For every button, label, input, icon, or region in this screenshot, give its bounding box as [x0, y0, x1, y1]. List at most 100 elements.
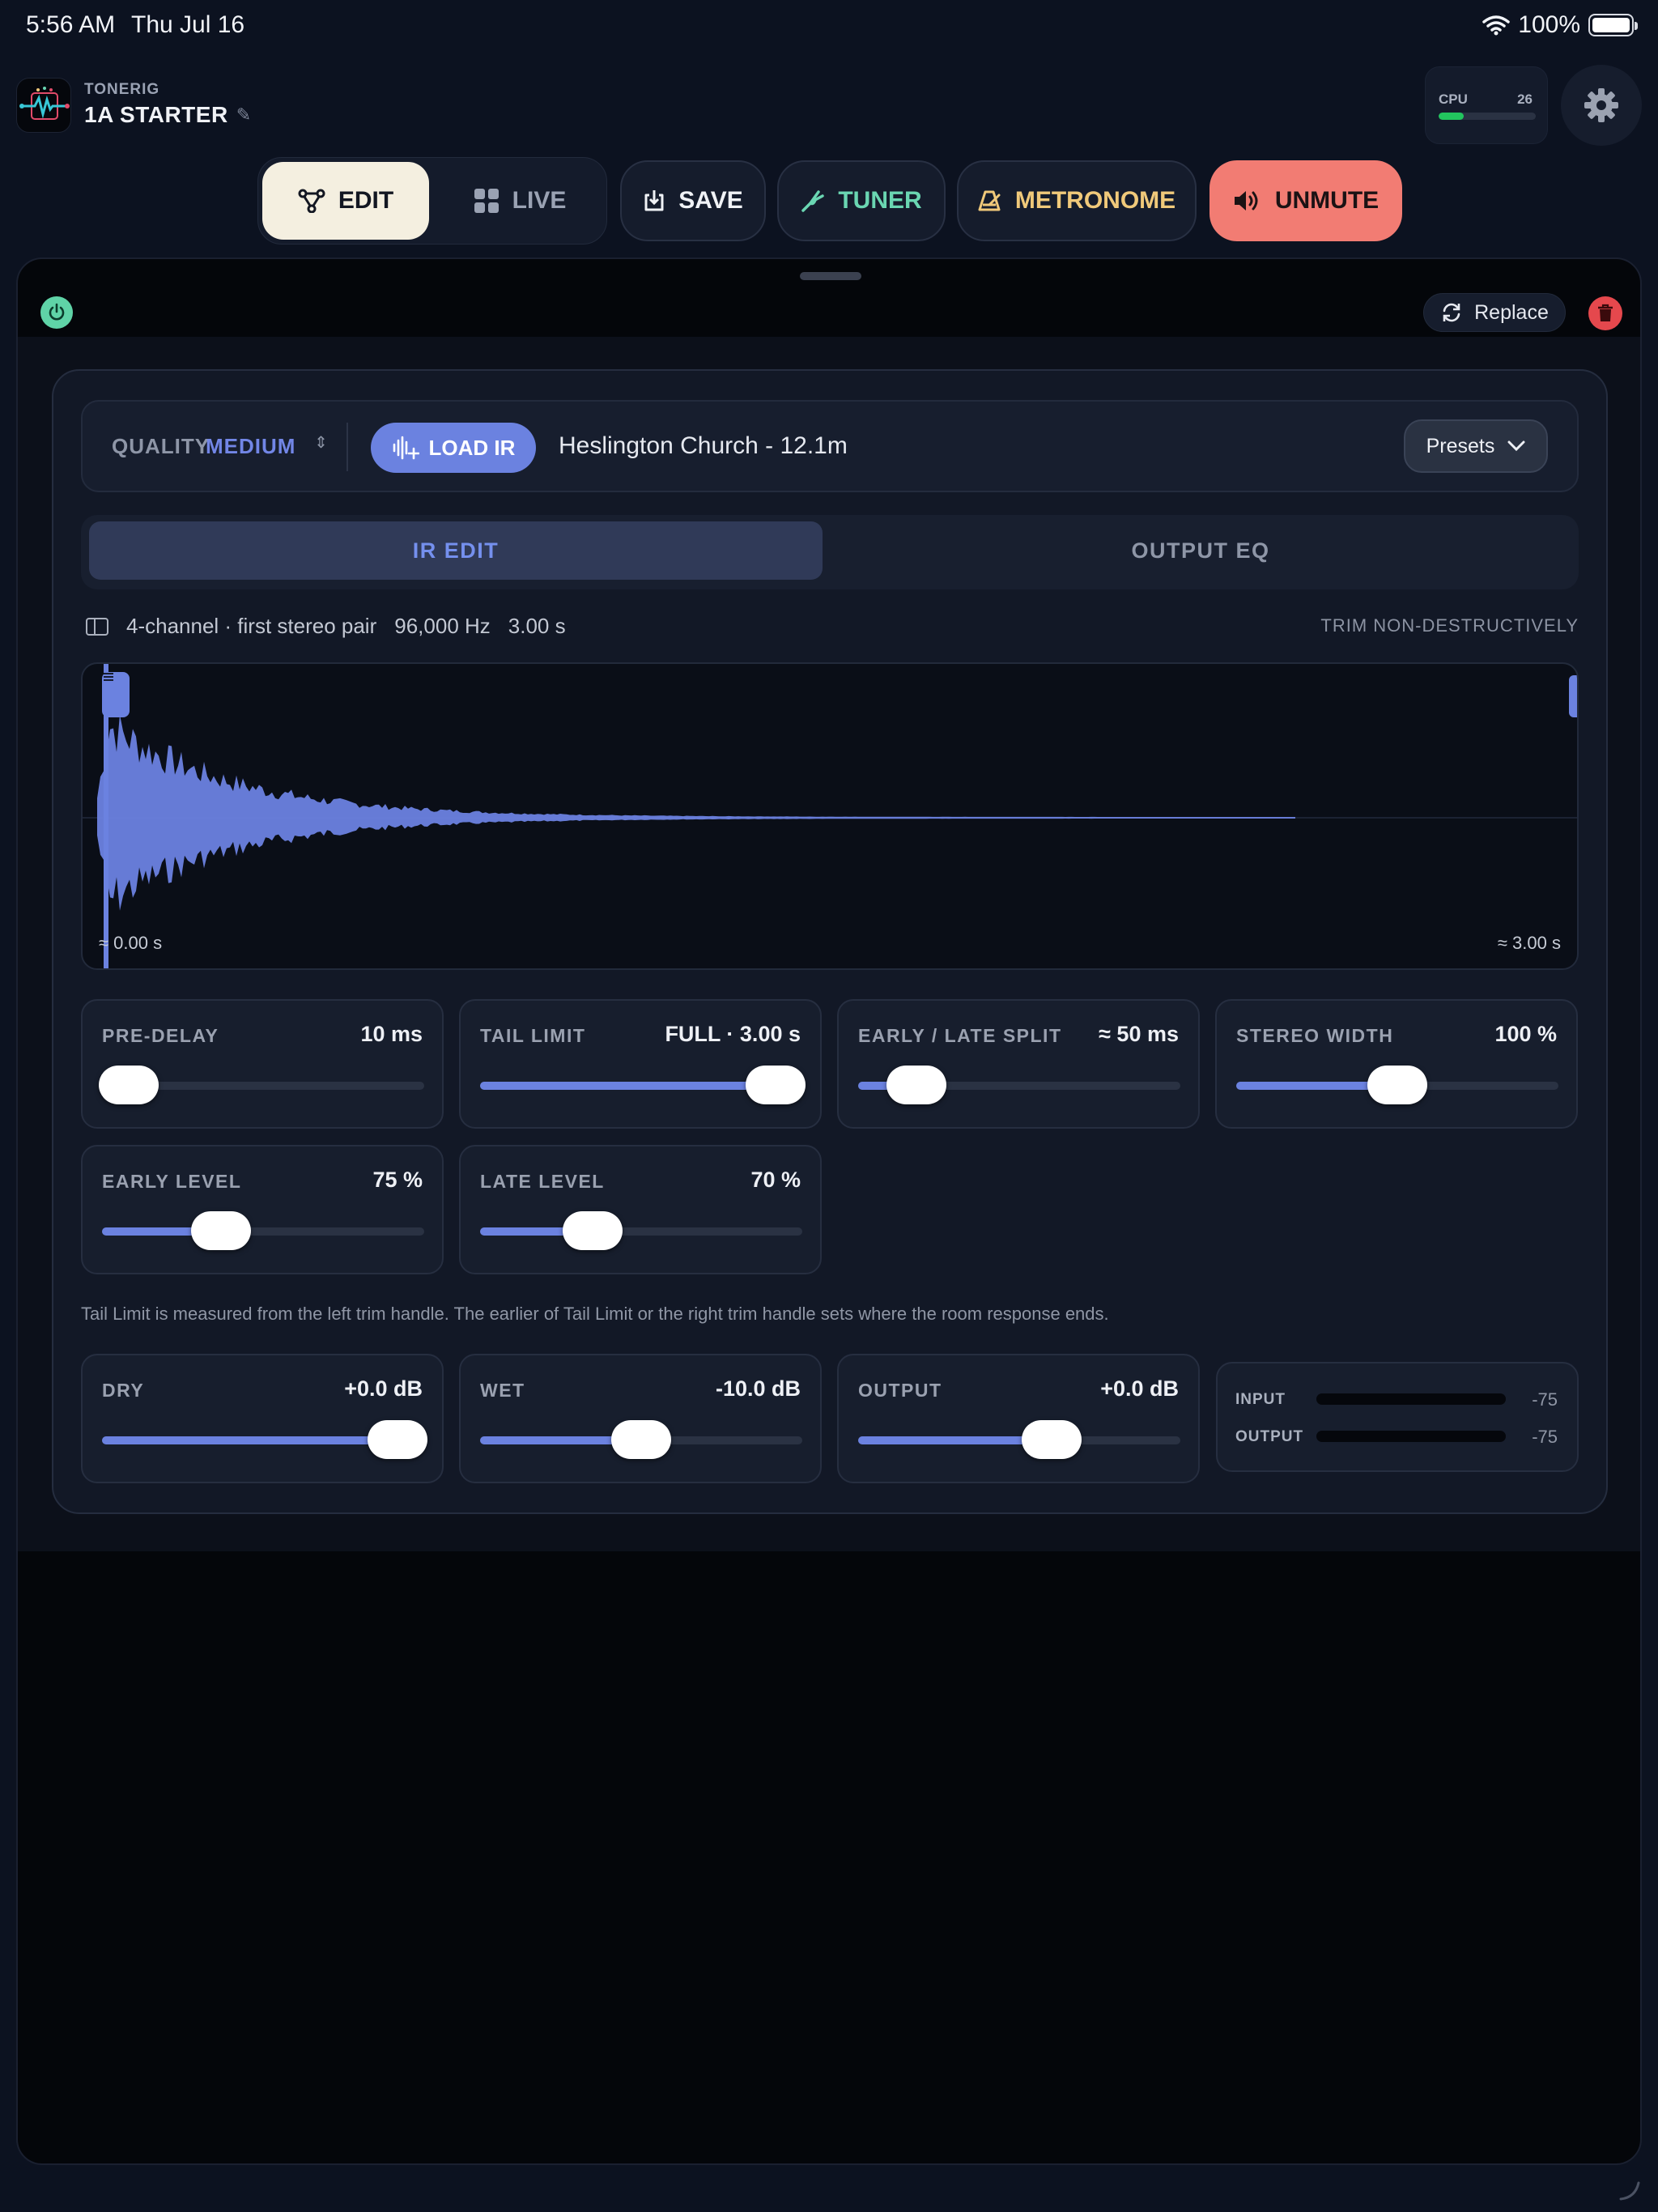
metronome-button[interactable]: METRONOME — [957, 160, 1197, 241]
waveform-start-time: ≈ 0.00 s — [99, 933, 163, 953]
late-level-label: LATE LEVEL — [480, 1171, 605, 1192]
wifi-icon — [1482, 15, 1511, 36]
tuner-button[interactable]: TUNER — [777, 160, 946, 241]
status-time: 5:56 AM — [26, 11, 116, 38]
late-level-value: 70 % — [750, 1168, 801, 1192]
channel-layout-icon — [86, 617, 108, 636]
early-level-card: EARLY LEVEL 75 % — [81, 1145, 444, 1274]
ir-file-name: Heslington Church - 12.1m — [559, 432, 848, 459]
trim-mode-label: TRIM NON-DESTRUCTIVELY — [1320, 615, 1579, 636]
tuning-fork-icon — [801, 190, 825, 212]
brand-name: TONERIG — [84, 81, 160, 98]
left-trim-handle[interactable] — [102, 672, 130, 717]
late-level-thumb[interactable] — [563, 1211, 623, 1250]
wet-thumb[interactable] — [611, 1420, 671, 1459]
sheet-grab-handle[interactable] — [800, 272, 861, 280]
dry-thumb[interactable] — [368, 1420, 427, 1459]
tail-limit-value: FULL · 3.00 s — [665, 1022, 801, 1046]
save-button[interactable]: SAVE — [620, 160, 766, 241]
block-power-button[interactable] — [40, 296, 73, 329]
presets-label: Presets — [1426, 434, 1495, 457]
early-late-split-thumb[interactable] — [886, 1066, 946, 1104]
save-icon — [644, 190, 664, 211]
ir-waveform[interactable]: ≈ 0.00 s ≈ 3.00 s — [81, 662, 1579, 970]
dry-label: DRY — [102, 1380, 145, 1401]
speaker-icon — [1234, 191, 1258, 211]
unmute-label: UNMUTE — [1274, 187, 1380, 214]
early-level-thumb[interactable] — [191, 1211, 252, 1250]
quality-label: QUALITY — [112, 434, 210, 458]
waveform-plus-icon — [393, 436, 419, 460]
input-meter-bar — [1316, 1393, 1506, 1405]
tab-ir-edit[interactable]: IR EDIT — [89, 521, 823, 580]
tuner-label: TUNER — [838, 187, 922, 214]
right-trim-handle[interactable] — [1569, 675, 1577, 717]
pre-delay-card: PRE-DELAY 10 ms — [81, 999, 444, 1129]
input-meter-label: INPUT — [1235, 1391, 1286, 1408]
block-editor-sheet: Replace QUALITY MEDIUM ⇕ LOAD IR Hesling… — [16, 257, 1642, 2165]
edit-mode-button[interactable]: EDIT — [262, 162, 429, 240]
ir-info-row: 4-channel · first stereo pair 96,000 Hz … — [86, 614, 566, 639]
save-label: SAVE — [678, 187, 743, 214]
output-thumb[interactable] — [1021, 1420, 1082, 1459]
ir-source-bar: QUALITY MEDIUM ⇕ LOAD IR Heslington Chur… — [81, 400, 1579, 492]
resize-grip-icon[interactable] — [1618, 2178, 1642, 2202]
late-level-slider[interactable] — [480, 1227, 802, 1236]
cpu-label: CPU — [1439, 91, 1468, 107]
early-late-split-value: ≈ 50 ms — [1099, 1022, 1179, 1046]
input-meter-value: -75 — [1532, 1389, 1558, 1410]
late-level-card: LATE LEVEL 70 % — [459, 1145, 822, 1274]
status-bar: 5:56 AM Thu Jul 16 100% — [0, 0, 1658, 52]
output-slider[interactable] — [858, 1436, 1180, 1444]
metronome-label: METRONOME — [1014, 187, 1176, 214]
app-logo — [16, 78, 71, 133]
output-meter-bar — [1316, 1431, 1506, 1442]
cpu-bar — [1439, 113, 1536, 120]
chevron-updown-icon[interactable]: ⇕ — [314, 432, 328, 453]
convolution-reverb-panel: QUALITY MEDIUM ⇕ LOAD IR Heslington Chur… — [52, 369, 1608, 1514]
preset-title[interactable]: 1A STARTER ✎ — [84, 102, 252, 128]
quality-select[interactable]: MEDIUM — [206, 434, 295, 459]
pre-delay-thumb[interactable] — [99, 1066, 159, 1104]
load-ir-button[interactable]: LOAD IR — [371, 423, 536, 473]
live-mode-button[interactable]: LIVE — [437, 162, 602, 240]
ir-sample-rate: 96,000 Hz — [394, 614, 491, 638]
stereo-width-thumb[interactable] — [1367, 1066, 1427, 1104]
cpu-meter: CPU 26 — [1425, 66, 1548, 144]
replace-button[interactable]: Replace — [1423, 293, 1566, 332]
chevron-down-icon — [1507, 440, 1525, 452]
early-level-slider[interactable] — [102, 1227, 424, 1236]
presets-dropdown[interactable]: Presets — [1404, 419, 1548, 473]
pre-delay-label: PRE-DELAY — [102, 1025, 219, 1046]
battery-percent: 100% — [1518, 11, 1580, 38]
gear-icon — [1584, 88, 1618, 122]
tail-limit-thumb[interactable] — [746, 1066, 806, 1104]
early-late-split-label: EARLY / LATE SPLIT — [858, 1025, 1062, 1046]
node-graph-icon — [298, 189, 325, 213]
tab-output-eq[interactable]: OUTPUT EQ — [834, 521, 1567, 580]
tail-limit-card: TAIL LIMIT FULL · 3.00 s — [459, 999, 822, 1129]
load-ir-label: LOAD IR — [428, 435, 516, 460]
power-icon — [49, 303, 65, 321]
tail-limit-label: TAIL LIMIT — [480, 1025, 586, 1046]
cpu-value: 26 — [1517, 91, 1533, 107]
trash-icon — [1598, 304, 1613, 321]
status-right: 100% — [1482, 11, 1638, 39]
early-level-value: 75 % — [372, 1168, 423, 1192]
output-meter-value: -75 — [1532, 1427, 1558, 1447]
editor-tabs: IR EDIT OUTPUT EQ — [81, 515, 1579, 589]
wet-value: -10.0 dB — [715, 1376, 801, 1401]
settings-button[interactable] — [1561, 65, 1642, 146]
level-meters: INPUT -75 OUTPUT -75 — [1216, 1362, 1579, 1472]
unmute-button[interactable]: UNMUTE — [1209, 160, 1402, 241]
ir-channels: 4-channel · first stereo pair — [126, 614, 377, 638]
preset-name-text: 1A STARTER — [84, 102, 228, 127]
pencil-icon[interactable]: ✎ — [236, 104, 252, 125]
metronome-icon — [978, 190, 1001, 211]
edit-label: EDIT — [338, 187, 394, 214]
stereo-width-card: STEREO WIDTH 100 % — [1215, 999, 1578, 1129]
battery-icon — [1588, 14, 1638, 36]
output-card: OUTPUT +0.0 dB — [837, 1354, 1200, 1483]
refresh-icon — [1443, 303, 1460, 322]
delete-block-button[interactable] — [1588, 296, 1622, 330]
